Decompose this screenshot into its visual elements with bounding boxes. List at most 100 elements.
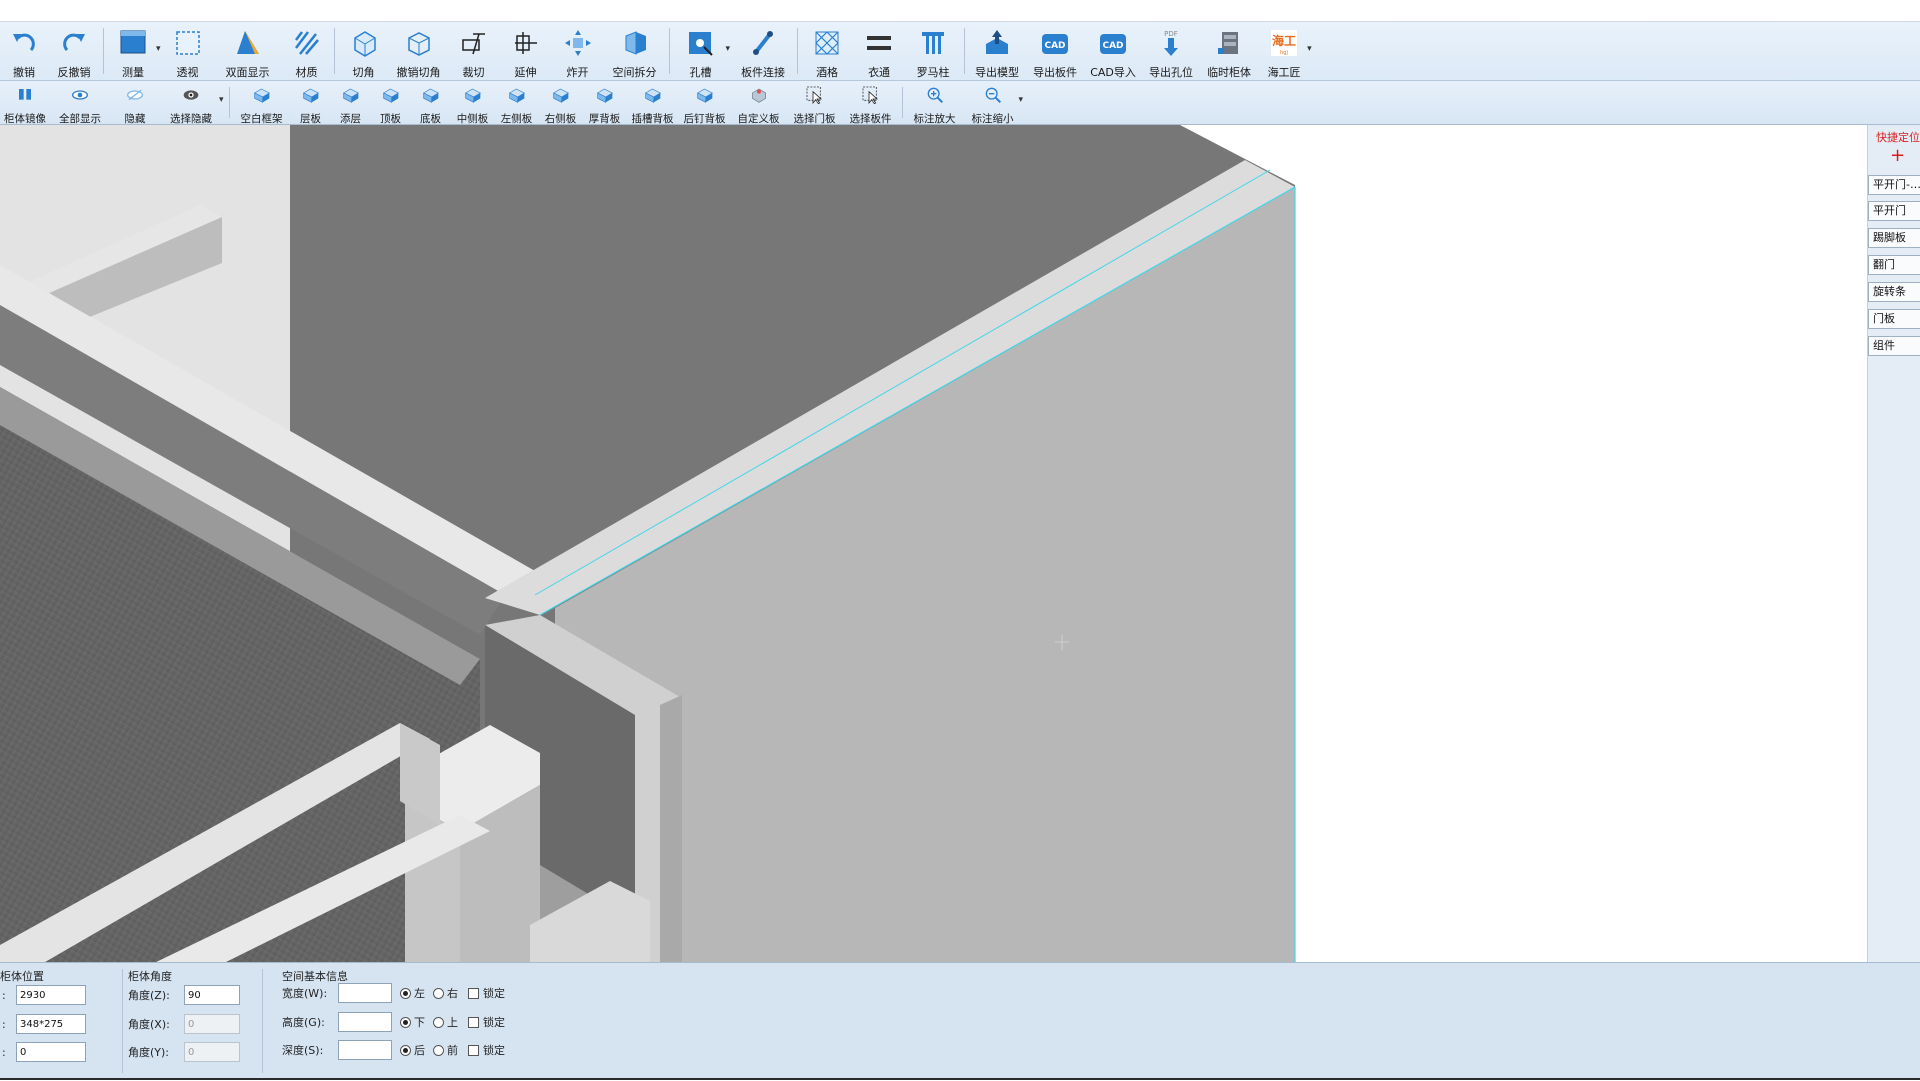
space-option-radio[interactable] xyxy=(433,1044,444,1056)
svg-text:hgj: hgj xyxy=(1280,50,1288,56)
material-label: 材质 xyxy=(295,66,318,79)
3d-viewport[interactable] xyxy=(0,125,1867,962)
redo-button[interactable]: 反撤销 xyxy=(48,22,100,81)
export-holes-button[interactable]: PDF 导出孔位 xyxy=(1142,22,1200,81)
3d-scene[interactable] xyxy=(0,125,1867,962)
space-option-radio[interactable] xyxy=(400,987,411,999)
export-model-button[interactable]: 导出模型 xyxy=(968,22,1026,81)
perspective-button[interactable]: 透视 xyxy=(163,22,213,81)
space-input[interactable] xyxy=(338,1040,392,1060)
bottom-board-icon xyxy=(421,85,441,109)
position-input[interactable] xyxy=(16,985,86,1005)
middle-side-button[interactable]: 中侧板 xyxy=(451,81,495,125)
lock-checkbox[interactable] xyxy=(468,1044,479,1056)
toolbar-separator xyxy=(964,28,966,74)
custom-board-label: 自定义板 xyxy=(737,113,780,125)
select-hide-button[interactable]: 选择隐藏 xyxy=(160,81,222,125)
extend-label: 延伸 xyxy=(514,66,537,79)
top-board-button[interactable]: 顶板 xyxy=(371,81,411,125)
undo-button[interactable]: 撤销 xyxy=(0,22,48,81)
add-layer-button[interactable]: 添层 xyxy=(331,81,371,125)
custom-board-button[interactable]: 自定义板 xyxy=(731,81,787,125)
roman-column-button[interactable]: 罗马柱 xyxy=(905,22,961,81)
chevron-down-icon[interactable]: ▾ xyxy=(156,22,161,54)
thick-back-button[interactable]: 厚背板 xyxy=(583,81,627,125)
space-option-radio[interactable] xyxy=(400,1044,411,1056)
quick-locate-button[interactable]: 平开门 xyxy=(1868,201,1920,221)
quick-locate-button[interactable]: 踢脚板 xyxy=(1868,228,1920,248)
quick-locate-button[interactable]: 翻门 xyxy=(1868,255,1920,275)
quick-locate-button[interactable]: 平开门-… xyxy=(1868,175,1920,195)
shelf-icon xyxy=(301,85,321,109)
zoom-in-label-button[interactable]: 标注放大 xyxy=(906,81,964,125)
angle-row: 角度(X): xyxy=(128,1014,240,1034)
board-connect-label: 板件连接 xyxy=(741,66,786,79)
space-option-radio[interactable] xyxy=(433,1016,444,1028)
select-door-button[interactable]: 选择门板 xyxy=(787,81,843,125)
toolbar-separator xyxy=(668,28,670,74)
hole-slot-button[interactable]: 孔槽 xyxy=(673,22,729,81)
add-locate-icon[interactable]: + xyxy=(1890,147,1905,165)
angle-input[interactable] xyxy=(184,1042,240,1062)
nail-back-button[interactable]: 后钉背板 xyxy=(679,81,731,125)
chevron-down-icon[interactable]: ▾ xyxy=(1307,22,1312,54)
measure-button[interactable]: 测量 xyxy=(107,22,159,81)
left-side-button[interactable]: 左侧板 xyxy=(495,81,539,125)
select-part-button[interactable]: 选择板件 xyxy=(843,81,899,125)
toolbar-separator xyxy=(901,87,903,118)
temp-cabinet-button[interactable]: 临时柜体 xyxy=(1200,22,1258,81)
angle-input[interactable] xyxy=(184,985,240,1005)
quick-locate-button[interactable]: 门板 xyxy=(1868,309,1920,329)
chevron-down-icon[interactable]: ▾ xyxy=(726,22,731,54)
main-toolbar: 撤销 反撤销 测量 ▾ 透视 双面显示 材质 切角 撤销切角 裁切 延伸 炸开 空间拆分 孔槽 ▾ 板件连接 酒… xyxy=(0,22,1920,81)
blank-frame-button[interactable]: 空白框架 xyxy=(233,81,291,125)
trim-button[interactable]: 裁切 xyxy=(448,22,500,81)
cabinet-angle-title: 柜体角度 xyxy=(128,970,172,983)
space-split-button[interactable]: 空间拆分 xyxy=(604,22,666,81)
space-split-icon xyxy=(620,28,650,62)
double-side-button[interactable]: 双面显示 xyxy=(213,22,283,81)
lock-checkbox[interactable] xyxy=(468,987,479,999)
grid-button[interactable]: 酒格 xyxy=(801,22,853,81)
cad-import-button[interactable]: CAD CAD导入 xyxy=(1084,22,1142,81)
space-option-radio[interactable] xyxy=(400,1016,411,1028)
hanger-button[interactable]: 衣通 xyxy=(853,22,905,81)
corner-post-side xyxy=(660,695,682,962)
group-divider xyxy=(262,969,263,1073)
material-icon xyxy=(292,28,322,62)
haigongjiang-button[interactable]: 海工 hgj 海工匠 xyxy=(1258,22,1310,81)
position-input[interactable] xyxy=(16,1014,86,1034)
zoom-in-icon xyxy=(925,85,945,109)
space-input[interactable] xyxy=(338,1012,392,1032)
export-board-button[interactable]: CAD 导出板件 xyxy=(1026,22,1084,81)
space-input[interactable] xyxy=(338,983,392,1003)
show-all-button[interactable]: 全部显示 xyxy=(50,81,110,125)
quick-locate-button[interactable]: 组件 xyxy=(1868,336,1920,356)
add-layer-icon xyxy=(341,85,361,109)
quick-locate-button[interactable]: 旋转条 xyxy=(1868,282,1920,302)
slot-back-button[interactable]: 插槽背板 xyxy=(627,81,679,125)
chevron-down-icon[interactable]: ▾ xyxy=(219,81,224,105)
cabinet-mirror-button[interactable]: 柜体镜像 xyxy=(0,81,50,125)
zoom-out-label-button[interactable]: 标注缩小 xyxy=(964,81,1022,125)
extend-button[interactable]: 延伸 xyxy=(500,22,552,81)
chevron-down-icon[interactable]: ▾ xyxy=(1019,81,1024,105)
lock-checkbox[interactable] xyxy=(468,1016,479,1028)
lock-label: 锁定 xyxy=(483,987,505,1000)
cut-corner-button[interactable]: 切角 xyxy=(338,22,390,81)
select-door-label: 选择门板 xyxy=(793,113,836,125)
explode-button[interactable]: 炸开 xyxy=(552,22,604,81)
hide-button[interactable]: 隐藏 xyxy=(110,81,160,125)
undo-cut-corner-button[interactable]: 撤销切角 xyxy=(390,22,448,81)
right-side-button[interactable]: 右侧板 xyxy=(539,81,583,125)
space-split-label: 空间拆分 xyxy=(612,66,657,79)
position-input[interactable] xyxy=(16,1042,86,1062)
angle-input[interactable] xyxy=(184,1014,240,1034)
svg-text:CAD: CAD xyxy=(1103,41,1124,51)
board-connect-button[interactable]: 板件连接 xyxy=(732,22,794,81)
bottom-board-button[interactable]: 底板 xyxy=(411,81,451,125)
left-side-label: 左侧板 xyxy=(500,113,533,125)
material-button[interactable]: 材质 xyxy=(283,22,331,81)
space-option-radio[interactable] xyxy=(433,987,444,999)
shelf-button[interactable]: 层板 xyxy=(291,81,331,125)
